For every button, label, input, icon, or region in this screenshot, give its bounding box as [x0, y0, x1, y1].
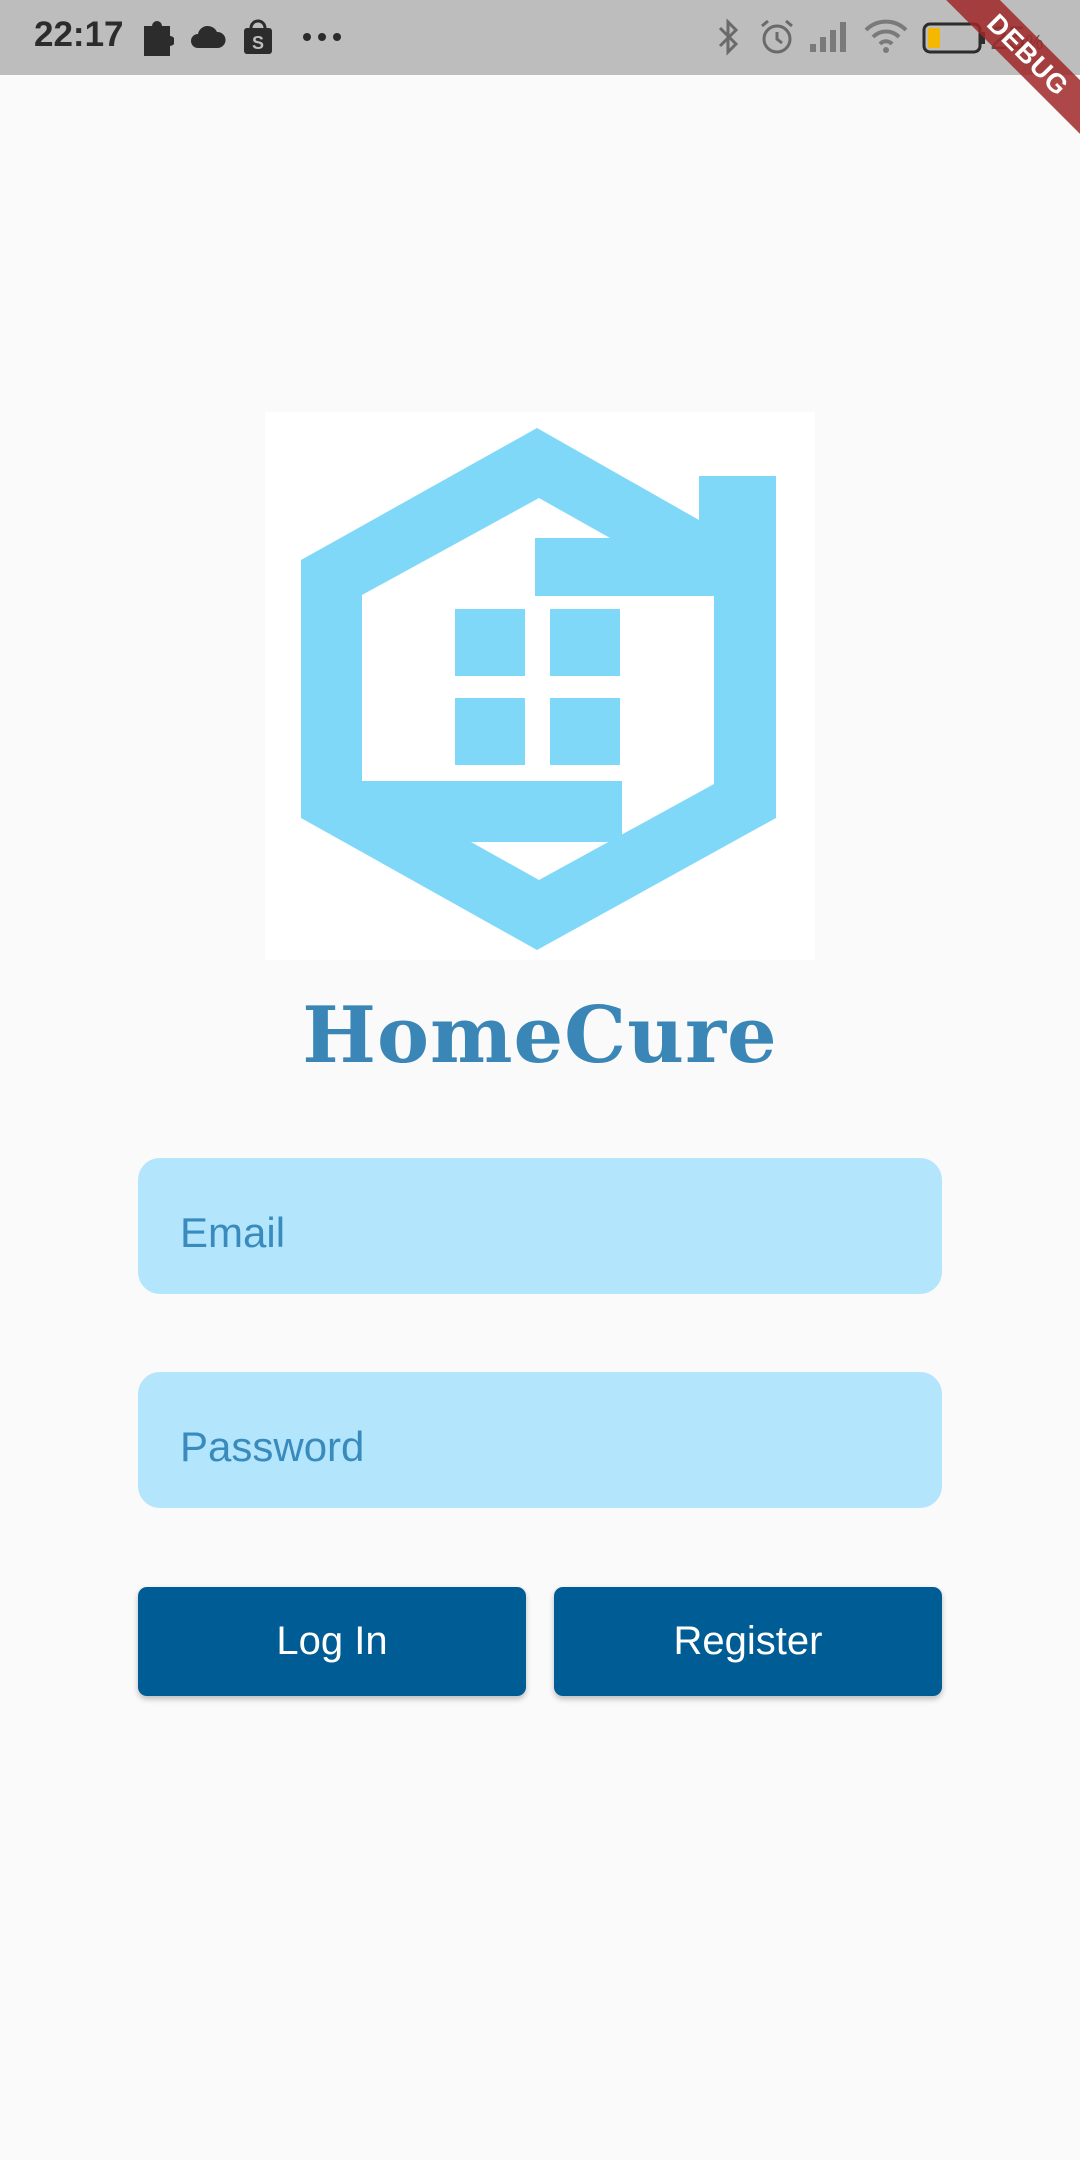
email-input[interactable]: [138, 1158, 942, 1294]
puzzle-icon: [144, 21, 174, 56]
register-button[interactable]: Register: [554, 1587, 942, 1696]
alarm-icon: [761, 19, 793, 54]
cloud-icon: [191, 25, 226, 48]
wifi-icon: [864, 19, 908, 53]
password-input[interactable]: [138, 1372, 942, 1508]
email-field[interactable]: [138, 1158, 942, 1294]
bluetooth-icon: [718, 18, 739, 56]
password-field[interactable]: [138, 1372, 942, 1508]
shopping-bag-icon: S: [244, 19, 272, 54]
login-button[interactable]: Log In: [138, 1587, 526, 1696]
house-hexagon-logo-icon: [301, 428, 776, 950]
svg-text:S: S: [252, 33, 264, 53]
status-bar: 22:17 S 25%: [0, 0, 1080, 75]
app-title: HomeCure: [302, 990, 778, 1081]
battery-percentage: 25%: [990, 20, 1044, 56]
status-time: 22:17: [34, 15, 124, 54]
more-dots-icon: [303, 33, 341, 41]
signal-icon: [810, 22, 846, 52]
app-logo: [265, 412, 815, 960]
battery-icon: [922, 22, 985, 54]
